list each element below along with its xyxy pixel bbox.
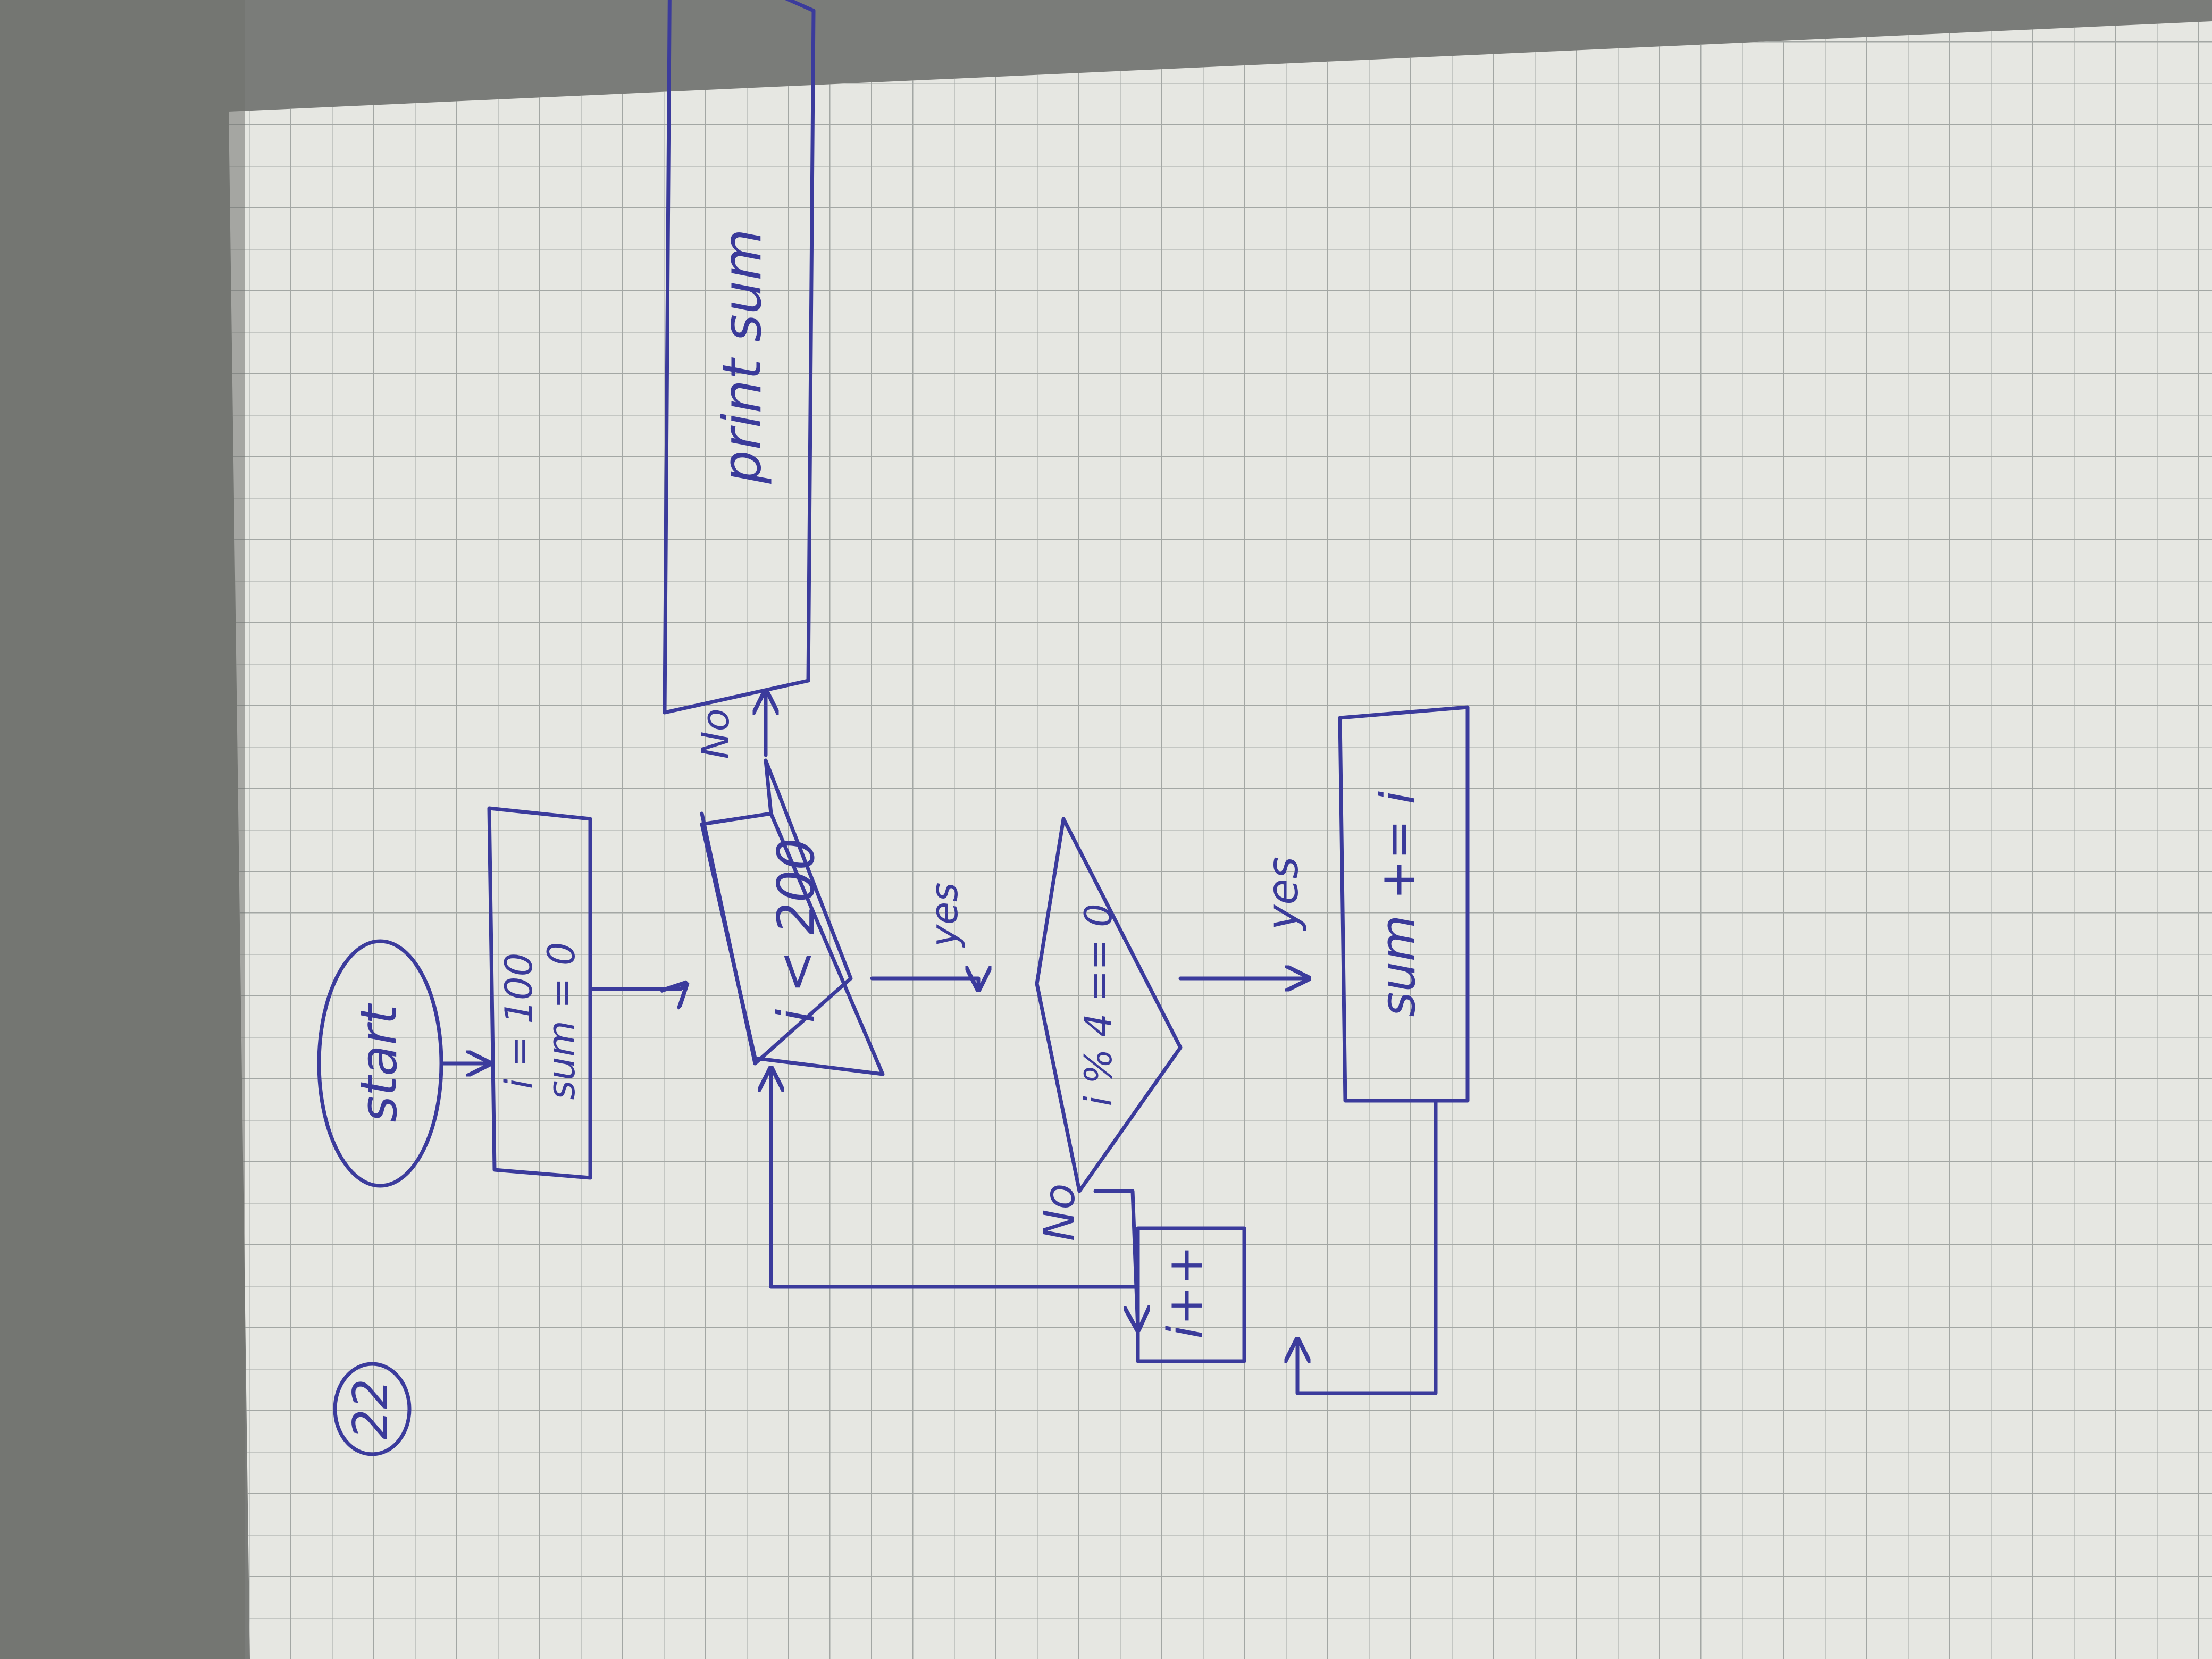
init-line-1: i = 100 [497,953,541,1089]
sum-label: sum += i [1370,791,1426,1017]
left-shadow [0,0,245,1659]
mod-yes-label: yes [1258,857,1308,931]
page-number: 22 [343,1379,399,1440]
paper-grid [229,21,2212,1659]
print-label: print sum [711,229,773,484]
loop-no-label: No [694,708,738,759]
loop-condition-label: i < 200 [767,838,826,1023]
loop-yes-label: yes [923,883,966,948]
init-line-2: sum = 0 [540,942,583,1100]
flowchart-canvas: 22 start i = 100 sum = 0 i < 200 No prin… [0,0,2212,1659]
mod-condition-label: i % 4 == 0 [1077,903,1120,1106]
start-label: start [350,1003,408,1122]
increment-label: i++ [1158,1245,1213,1339]
mod-no-label: No [1035,1184,1084,1242]
